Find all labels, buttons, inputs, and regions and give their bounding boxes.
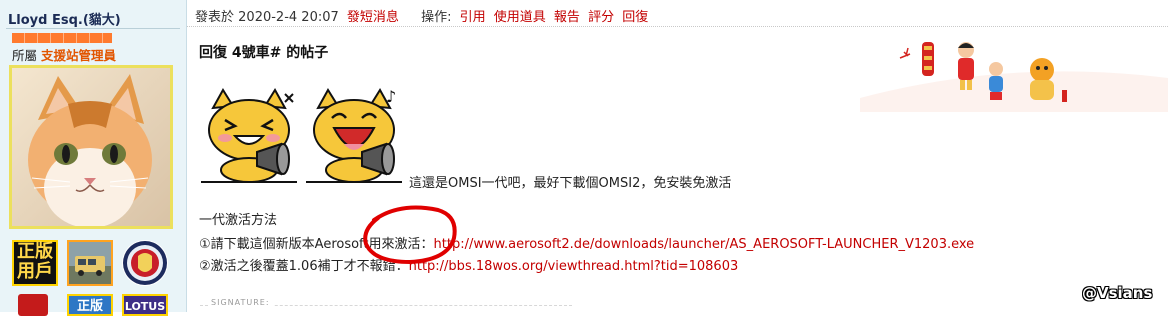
step-2-text: ②激活之後覆蓋1.06補丁才不報錯：	[199, 259, 409, 274]
avatar[interactable]	[9, 65, 173, 229]
group-name[interactable]: 支援站管理員	[41, 48, 116, 63]
step-1-text: ①請下載這個新版本Aerosoft用來激活：	[199, 237, 434, 252]
post-meta: 發表於 2020-2-4 20:07 發短消息 操作: 引用 使用道具 報告 評…	[195, 6, 648, 25]
emoji-laugh-sticker	[201, 88, 297, 183]
launcher-download-link[interactable]: http://www.aerosoft2.de/downloads/launch…	[434, 237, 975, 252]
user-sidebar: Lloyd Esq.(貓大) 所屬 支援站管理員 正版用戶 正版 LOTUS	[0, 0, 187, 316]
posted-label: 發表於	[195, 10, 235, 25]
divider	[6, 28, 180, 29]
medal-genuine[interactable]: 正版	[67, 294, 113, 316]
medal-lotus[interactable]: LOTUS	[122, 294, 168, 316]
post-datetime: 2020-2-4 20:07	[238, 10, 339, 25]
bus-icon	[69, 242, 111, 284]
group-prefix: 所屬	[12, 48, 38, 63]
quote-link[interactable]: 引用	[460, 10, 486, 25]
post-header: 發表於 2020-2-4 20:07 發短消息 操作: 引用 使用道具 報告 評…	[187, 0, 1168, 27]
username[interactable]: Lloyd Esq.(貓大)	[8, 9, 121, 28]
medal-red[interactable]	[18, 294, 48, 316]
rank-bar	[12, 33, 112, 43]
reply-link[interactable]: 回復	[622, 10, 648, 25]
patch-thread-link[interactable]: http://bbs.18wos.org/viewthread.html?tid…	[409, 259, 739, 274]
use-item-link[interactable]: 使用道具	[494, 10, 546, 25]
medal-bus[interactable]	[67, 240, 113, 286]
medal-genuine-user[interactable]: 正版用戶	[12, 240, 58, 286]
step-2: ②激活之後覆蓋1.06補丁才不報錯：http://bbs.18wos.org/v…	[199, 255, 738, 274]
avatar-cat-image	[12, 68, 170, 226]
send-message-link[interactable]: 發短消息	[347, 10, 399, 25]
scania-logo-icon	[123, 241, 167, 285]
signature-label: SIGNATURE:	[208, 298, 273, 307]
medal-scania[interactable]	[122, 240, 168, 286]
method-title: 一代激活方法	[199, 213, 278, 228]
user-group: 所屬 支援站管理員	[12, 45, 116, 64]
watermark: @Vsians	[1082, 284, 1153, 302]
emoji-happy-sticker: ♪	[306, 87, 402, 183]
rate-link[interactable]: 評分	[588, 10, 614, 25]
post-title: 回復 4號車# 的帖子	[199, 45, 329, 61]
step-1: ①請下載這個新版本Aerosoft用來激活：http://www.aerosof…	[199, 233, 974, 252]
post-caption: 這還是OMSI一代吧，最好下載個OMSI2，免安裝免激活	[409, 176, 732, 191]
report-link[interactable]: 報告	[554, 10, 580, 25]
new-year-banner	[860, 42, 1168, 112]
svg-text:♪: ♪	[386, 87, 396, 106]
actions-label: 操作:	[421, 10, 452, 25]
